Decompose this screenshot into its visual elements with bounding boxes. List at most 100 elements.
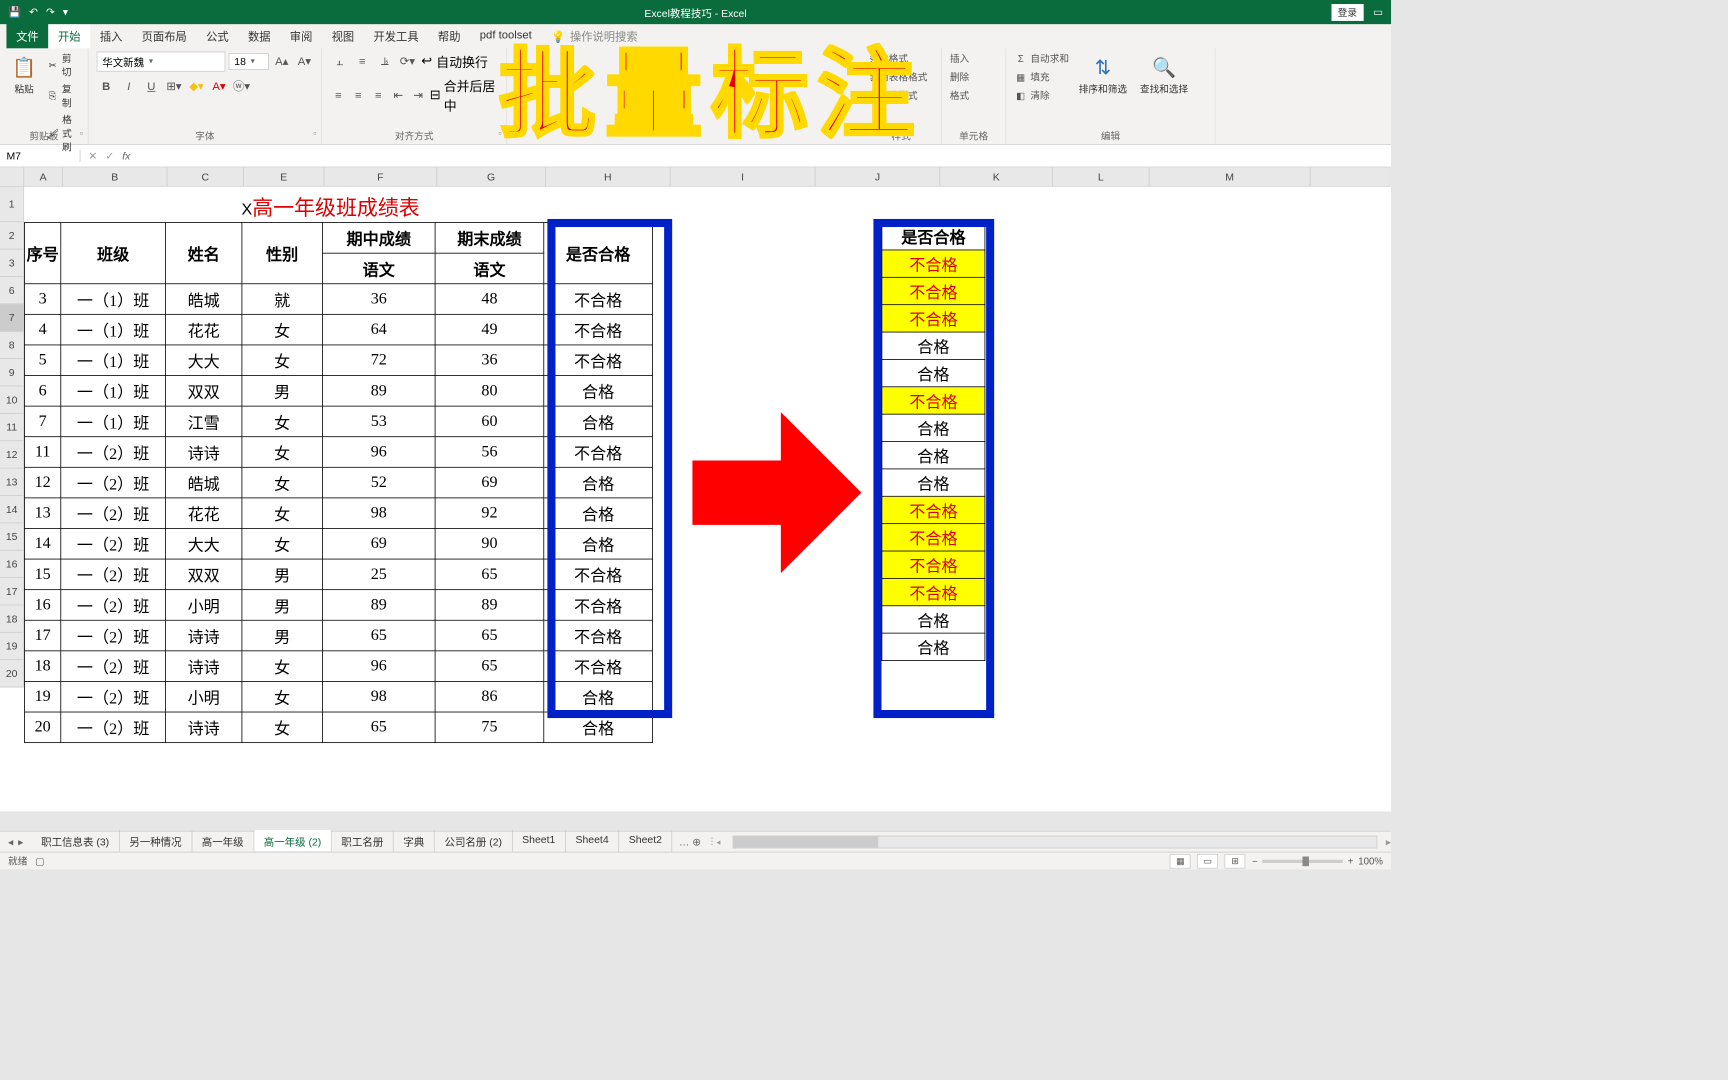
cell-grid[interactable]: X高一年级班成绩表 序号 班级 姓名 性别 期中成绩 期末成绩 是否合格 语文 … bbox=[24, 187, 1391, 688]
row-header-6[interactable]: 6 bbox=[0, 277, 24, 304]
cell[interactable]: 72 bbox=[322, 345, 435, 376]
sheet-nav-last-icon[interactable]: ▸ bbox=[18, 835, 23, 848]
row-header-3[interactable]: 3 bbox=[0, 250, 24, 277]
cell[interactable]: 15 bbox=[25, 559, 61, 590]
row-header-7[interactable]: 7 bbox=[0, 304, 24, 331]
cell[interactable]: 合格 bbox=[544, 467, 653, 498]
cell[interactable]: 16 bbox=[25, 590, 61, 621]
menu-tab-4[interactable]: 公式 bbox=[196, 23, 238, 49]
align-bottom-button[interactable]: ⫡ bbox=[375, 52, 394, 71]
zoom-in-button[interactable]: + bbox=[1348, 855, 1354, 866]
ribbon-options-icon[interactable]: ▭ bbox=[1373, 6, 1383, 19]
cell[interactable]: 11 bbox=[25, 437, 61, 468]
view-pagebreak-button[interactable]: ⊞ bbox=[1225, 854, 1246, 868]
cell[interactable]: 一（2）班 bbox=[61, 712, 166, 743]
clear-button[interactable]: ◧清除 bbox=[1014, 89, 1069, 103]
cell[interactable]: 18 bbox=[25, 651, 61, 682]
cell[interactable]: 一（2）班 bbox=[61, 651, 166, 682]
cell[interactable]: 69 bbox=[435, 467, 544, 498]
redo-icon[interactable]: ↷ bbox=[46, 6, 55, 19]
cell[interactable]: 98 bbox=[322, 498, 435, 529]
col-header-E[interactable]: E bbox=[244, 167, 325, 186]
row-header-12[interactable]: 12 bbox=[0, 441, 24, 468]
align-top-button[interactable]: ⫠ bbox=[330, 52, 349, 71]
cell[interactable]: 7 bbox=[25, 406, 61, 437]
cell[interactable]: 女 bbox=[242, 406, 323, 437]
cell[interactable]: 诗诗 bbox=[165, 620, 241, 651]
cell[interactable]: 13 bbox=[25, 498, 61, 529]
cell[interactable]: 男 bbox=[242, 376, 323, 407]
menu-tab-3[interactable]: 页面布局 bbox=[132, 23, 196, 49]
font-family-combo[interactable]: 华文新魏▾ bbox=[97, 52, 226, 72]
row-header-18[interactable]: 18 bbox=[0, 605, 24, 632]
cell[interactable]: 69 bbox=[322, 528, 435, 559]
cell[interactable]: 89 bbox=[322, 590, 435, 621]
cell[interactable]: 64 bbox=[322, 314, 435, 345]
cell[interactable]: 89 bbox=[435, 590, 544, 621]
cell[interactable]: 皓城 bbox=[165, 467, 241, 498]
menu-tab-2[interactable]: 插入 bbox=[90, 23, 132, 49]
cell-pass[interactable]: 不合格 bbox=[882, 305, 985, 332]
row-header-19[interactable]: 19 bbox=[0, 633, 24, 660]
cell[interactable]: 53 bbox=[322, 406, 435, 437]
row-header-15[interactable]: 15 bbox=[0, 523, 24, 550]
cell[interactable]: 12 bbox=[25, 467, 61, 498]
grow-font-button[interactable]: A▴ bbox=[272, 52, 291, 71]
menu-tab-7[interactable]: 视图 bbox=[322, 23, 364, 49]
cell[interactable]: 25 bbox=[322, 559, 435, 590]
cell[interactable]: 65 bbox=[322, 712, 435, 743]
cell[interactable]: 一（2）班 bbox=[61, 528, 166, 559]
paste-button[interactable]: 📋 粘贴 bbox=[8, 52, 40, 99]
view-layout-button[interactable]: ▭ bbox=[1197, 854, 1218, 868]
cell[interactable]: 80 bbox=[435, 376, 544, 407]
cell[interactable]: 5 bbox=[25, 345, 61, 376]
sheet-more-icon[interactable]: … ⊕ bbox=[672, 835, 707, 848]
cell[interactable]: 不合格 bbox=[544, 437, 653, 468]
cell-pass[interactable]: 不合格 bbox=[882, 578, 985, 605]
horizontal-scrollbar[interactable] bbox=[732, 835, 1378, 848]
font-launcher-icon[interactable]: ▫ bbox=[313, 129, 316, 139]
cell[interactable]: 小明 bbox=[165, 681, 241, 712]
cell[interactable]: 合格 bbox=[544, 528, 653, 559]
col-header-F[interactable]: F bbox=[324, 167, 437, 186]
cell[interactable]: 一（2）班 bbox=[61, 620, 166, 651]
cell[interactable]: 48 bbox=[435, 284, 544, 315]
cell[interactable]: 一（2）班 bbox=[61, 590, 166, 621]
cell[interactable]: 男 bbox=[242, 559, 323, 590]
sheet-tab-4[interactable]: 职工名册 bbox=[332, 830, 394, 853]
cell[interactable]: 合格 bbox=[544, 712, 653, 743]
cell[interactable]: 大大 bbox=[165, 528, 241, 559]
cell[interactable]: 96 bbox=[322, 437, 435, 468]
wrap-text-button[interactable]: ↩自动换行 bbox=[420, 52, 488, 71]
cell-pass[interactable]: 合格 bbox=[882, 442, 985, 469]
cell[interactable]: 52 bbox=[322, 467, 435, 498]
cell[interactable]: 96 bbox=[322, 651, 435, 682]
cell[interactable]: 98 bbox=[322, 681, 435, 712]
row-header-14[interactable]: 14 bbox=[0, 496, 24, 523]
cell[interactable]: 49 bbox=[435, 314, 544, 345]
cell[interactable]: 女 bbox=[242, 467, 323, 498]
col-header-J[interactable]: J bbox=[815, 167, 940, 186]
cell-pass[interactable]: 不合格 bbox=[882, 524, 985, 551]
cell[interactable]: 合格 bbox=[544, 498, 653, 529]
col-header-C[interactable]: C bbox=[167, 167, 243, 186]
cell[interactable]: 3 bbox=[25, 284, 61, 315]
cell-pass[interactable]: 合格 bbox=[882, 359, 985, 386]
row-header-13[interactable]: 13 bbox=[0, 469, 24, 496]
insert-cells-button[interactable]: 插入 bbox=[950, 52, 969, 66]
cell[interactable]: 一（2）班 bbox=[61, 681, 166, 712]
cell[interactable]: 男 bbox=[242, 620, 323, 651]
sheet-tab-0[interactable]: 职工信息表 (3) bbox=[31, 830, 119, 853]
cell[interactable]: 4 bbox=[25, 314, 61, 345]
qat-customize-icon[interactable]: ▾ bbox=[63, 6, 68, 19]
cell[interactable]: 皓城 bbox=[165, 284, 241, 315]
col-header-K[interactable]: K bbox=[940, 167, 1053, 186]
sheet-tab-9[interactable]: Sheet2 bbox=[619, 830, 672, 853]
cell[interactable]: 江雪 bbox=[165, 406, 241, 437]
zoom-out-button[interactable]: − bbox=[1252, 855, 1258, 866]
cancel-icon[interactable]: ✕ bbox=[89, 149, 98, 162]
row-header-17[interactable]: 17 bbox=[0, 578, 24, 605]
indent-inc-button[interactable]: ⇥ bbox=[410, 85, 427, 104]
row-header-9[interactable]: 9 bbox=[0, 359, 24, 386]
cell-pass[interactable]: 合格 bbox=[882, 633, 985, 660]
